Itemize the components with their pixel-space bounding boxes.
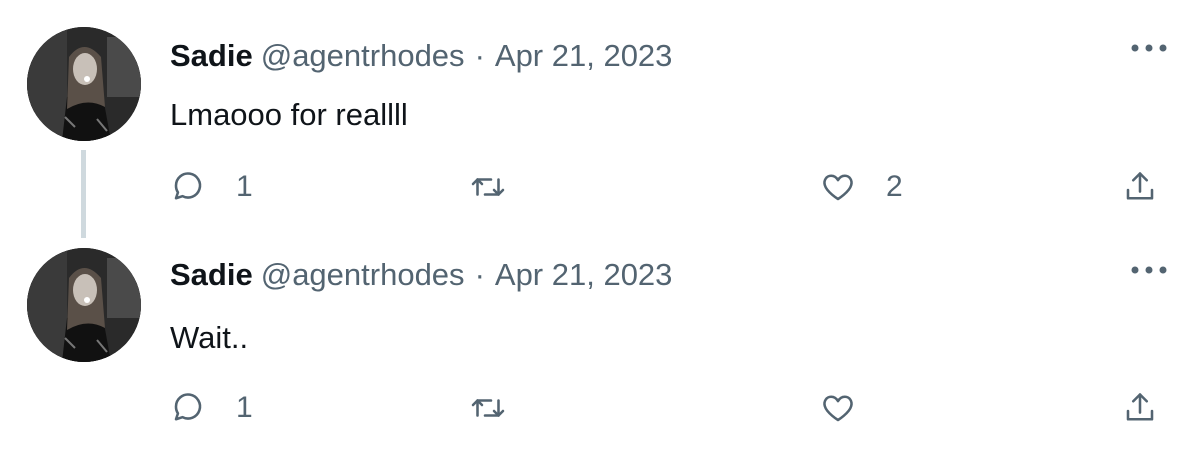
avatar[interactable] [27,248,141,362]
separator: · [474,257,485,292]
reply-icon [174,393,202,421]
like-button[interactable]: 2 [820,167,903,207]
avatar-photo [27,248,141,362]
handle[interactable]: @agentrhodes [261,38,465,74]
reply-count: 1 [236,391,253,424]
more-icon[interactable] [1128,38,1170,58]
tweet-header: Sadie @agentrhodes · Apr 21, 2023 [170,255,672,295]
share-button[interactable] [1122,167,1158,207]
retweet-icon [471,178,505,196]
heart-icon [823,174,853,201]
retweet-button[interactable] [470,388,536,428]
reply-icon [174,172,202,200]
timestamp[interactable]: Apr 21, 2023 [495,38,673,74]
tweet[interactable]: Sadie @agentrhodes · Apr 21, 2023 Wait..… [0,238,1200,459]
share-icon [1126,172,1154,200]
retweet-button[interactable] [470,167,536,207]
retweet-icon [471,399,505,417]
timestamp[interactable]: Apr 21, 2023 [495,257,673,293]
display-name[interactable]: Sadie [170,257,253,293]
reply-button[interactable]: 1 [170,167,253,207]
handle[interactable]: @agentrhodes [261,257,465,293]
thread-connector [81,150,86,238]
tweet-header: Sadie @agentrhodes · Apr 21, 2023 [170,36,672,76]
like-button[interactable] [820,388,886,428]
reply-count: 1 [236,170,253,203]
share-button[interactable] [1122,388,1158,428]
separator: · [474,38,485,73]
reply-button[interactable]: 1 [170,388,253,428]
avatar-photo [27,27,141,141]
tweet-text: Wait.. [170,320,249,355]
heart-icon [823,395,853,422]
like-count: 2 [886,170,903,203]
tweet-text: Lmaooo for reallll [170,97,408,132]
avatar[interactable] [27,27,141,141]
tweet[interactable]: Sadie @agentrhodes · Apr 21, 2023 Lmaooo… [0,0,1200,238]
share-icon [1126,393,1154,421]
display-name[interactable]: Sadie [170,38,253,74]
more-icon[interactable] [1128,260,1170,280]
